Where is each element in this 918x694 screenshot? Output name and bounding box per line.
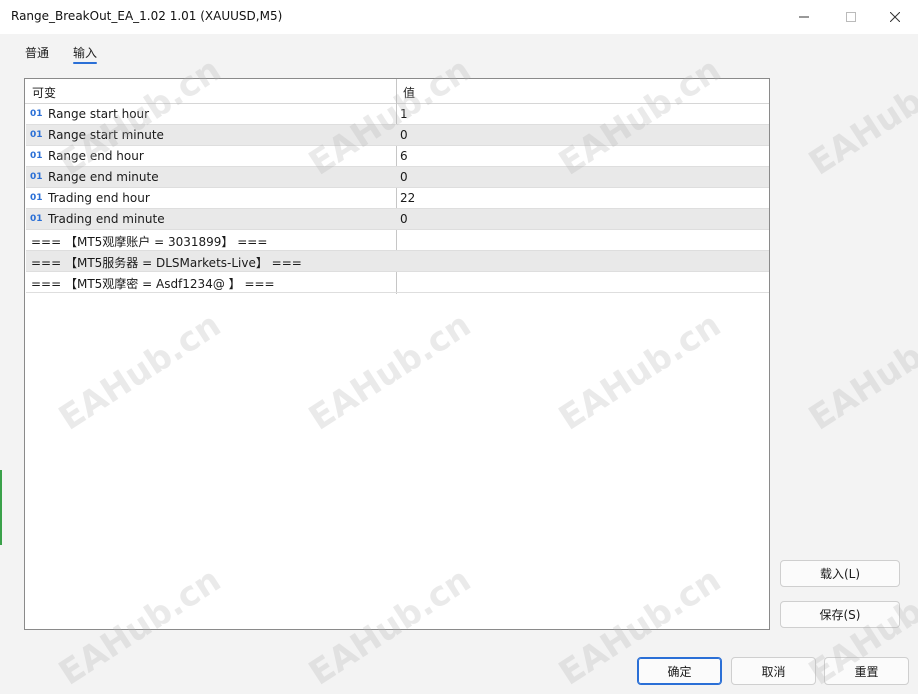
row-name: === 【MT5服务器 = DLSMarkets-Live】 === [31,256,302,270]
integer-type-icon: 01 [30,130,43,140]
background-window-edge [0,470,2,545]
row-value[interactable]: 0 [400,212,408,226]
tab-inputs[interactable]: 输入 [73,44,97,61]
minimize-button[interactable] [781,0,827,34]
tab-bar: 普通 输入 [0,34,918,68]
table-row[interactable]: === 【MT5观摩账户 = 3031899】 === [26,230,769,251]
table-row[interactable]: 01 Range end minute 0 [26,167,769,188]
table-row[interactable]: 01 Trading end hour 22 [26,188,769,209]
table-row[interactable]: 01 Range start minute 0 [26,125,769,146]
row-name: === 【MT5观摩密 = Asdf1234@ 】 === [31,277,275,291]
row-name: Range end minute [48,170,159,184]
minimize-icon [799,16,809,18]
maximize-icon [846,12,856,22]
tab-general[interactable]: 普通 [25,44,49,61]
row-name: Trading end minute [48,212,165,226]
row-value[interactable]: 1 [400,107,408,121]
table-row[interactable]: === 【MT5观摩密 = Asdf1234@ 】 === [26,272,769,293]
integer-type-icon: 01 [30,151,43,161]
integer-type-icon: 01 [30,193,43,203]
active-tab-indicator [73,62,97,64]
column-header-value[interactable]: 值 [403,84,415,101]
row-name: Range end hour [48,149,144,163]
window-title: Range_BreakOut_EA_1.02 1.01 (XAUUSD,M5) [11,9,283,23]
watermark: EAHub.cn [802,304,918,439]
row-value[interactable]: 0 [400,170,408,184]
close-button[interactable] [872,0,918,34]
table-row[interactable]: === 【MT5服务器 = DLSMarkets-Live】 === [26,251,769,272]
row-name: === 【MT5观摩账户 = 3031899】 === [31,235,268,249]
title-bar: Range_BreakOut_EA_1.02 1.01 (XAUUSD,M5) [0,0,918,34]
cancel-button[interactable]: 取消 [731,657,816,685]
maximize-button [828,0,874,34]
integer-type-icon: 01 [30,109,43,119]
column-header-variable[interactable]: 可变 [32,84,56,101]
reset-button[interactable]: 重置 [824,657,909,685]
table-header: 可变 值 [25,79,769,104]
table-row[interactable]: 01 Range start hour 1 [26,104,769,125]
load-button[interactable]: 载入(L) [780,560,900,587]
table-row[interactable]: 01 Range end hour 6 [26,146,769,167]
row-value[interactable]: 0 [400,128,408,142]
row-name: Range start hour [48,107,150,121]
close-icon [890,12,900,22]
save-button[interactable]: 保存(S) [780,601,900,628]
row-name: Trading end hour [48,191,150,205]
inputs-table: 可变 值 01 Range start hour 1 01 Range star… [24,78,770,630]
watermark: EAHub.cn [802,49,918,184]
row-value[interactable]: 6 [400,149,408,163]
row-value[interactable]: 22 [400,191,415,205]
row-name: Range start minute [48,128,164,142]
integer-type-icon: 01 [30,214,43,224]
integer-type-icon: 01 [30,172,43,182]
ok-button[interactable]: 确定 [637,657,722,685]
table-row[interactable]: 01 Trading end minute 0 [26,209,769,230]
